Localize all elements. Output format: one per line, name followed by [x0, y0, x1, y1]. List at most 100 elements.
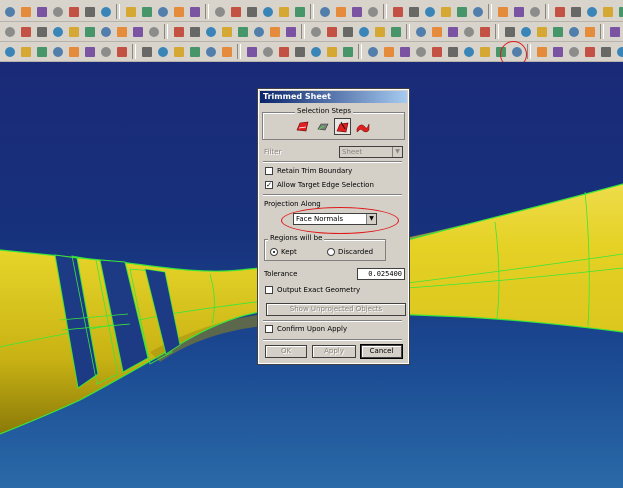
toolbar-tool-icon[interactable] — [518, 24, 533, 39]
toolbar-tool-icon[interactable] — [50, 4, 65, 19]
toolbar-tool-icon[interactable] — [534, 44, 549, 59]
toolbar-tool-icon[interactable] — [445, 44, 460, 59]
toolbar-tool-icon[interactable] — [276, 4, 291, 19]
toolbar-tool-icon[interactable] — [550, 24, 565, 39]
toolbar-tool-icon[interactable] — [550, 44, 565, 59]
toolbar-tool-icon[interactable] — [2, 4, 17, 19]
toolbar-tool-icon[interactable] — [388, 24, 403, 39]
toolbar-tool-icon[interactable] — [139, 4, 154, 19]
toolbar-tool-icon[interactable] — [98, 4, 113, 19]
toolbar-tool-icon[interactable] — [616, 4, 623, 19]
toolbar-tool-icon[interactable] — [123, 4, 138, 19]
toolbar-tool-icon[interactable] — [82, 44, 97, 59]
toolbar-tool-icon[interactable] — [82, 24, 97, 39]
toolbar-tool-icon[interactable] — [171, 44, 186, 59]
toolbar-tool-icon[interactable] — [534, 24, 549, 39]
target-sheet-step[interactable] — [294, 118, 311, 135]
toolbar-tool-icon[interactable] — [413, 24, 428, 39]
toolbar-tool-icon[interactable] — [292, 44, 307, 59]
toolbar-tool-icon[interactable] — [34, 4, 49, 19]
toolbar-tool-icon[interactable] — [317, 4, 332, 19]
toolbar-tool-icon[interactable] — [260, 4, 275, 19]
toolbar-tool-icon[interactable] — [219, 24, 234, 39]
toolbar-tool-icon[interactable] — [98, 44, 113, 59]
toolbar-tool-icon[interactable] — [235, 24, 250, 39]
toolbar-tool-icon[interactable] — [349, 4, 364, 19]
toolbar-tool-icon[interactable] — [171, 24, 186, 39]
toolbar-tool-icon[interactable] — [244, 44, 259, 59]
toolbar-tool-icon[interactable] — [283, 24, 298, 39]
toolbar-tool-icon[interactable] — [607, 24, 622, 39]
toolbar-tool-icon[interactable] — [244, 4, 259, 19]
toolbar-tool-icon[interactable] — [598, 44, 613, 59]
trim-boundary-step[interactable] — [314, 118, 331, 135]
tolerance-input[interactable]: 0.025400 — [357, 268, 405, 280]
toolbar-tool-icon[interactable] — [461, 44, 476, 59]
toolbar-tool-icon[interactable] — [365, 44, 380, 59]
toolbar-tool-icon[interactable] — [429, 44, 444, 59]
apply-button[interactable]: Apply — [312, 345, 356, 358]
toolbar-tool-icon[interactable] — [397, 44, 412, 59]
toolbar-tool-icon[interactable] — [340, 44, 355, 59]
filter-select[interactable]: Sheet ▼ — [339, 146, 403, 158]
retain-trim-boundary-checkbox[interactable] — [265, 167, 273, 175]
toolbar-tool-icon[interactable] — [582, 44, 597, 59]
output-exact-checkbox[interactable] — [265, 286, 273, 294]
toolbar-tool-icon[interactable] — [34, 24, 49, 39]
toolbar-tool-icon[interactable] — [552, 4, 567, 19]
toolbar-tool-icon[interactable] — [333, 4, 348, 19]
toolbar-tool-icon[interactable] — [114, 44, 129, 59]
toolbar-tool-icon[interactable] — [34, 44, 49, 59]
toolbar-tool-icon[interactable] — [171, 4, 186, 19]
toolbar-tool-icon[interactable] — [470, 4, 485, 19]
toolbar-tool-icon[interactable] — [324, 24, 339, 39]
toolbar-tool-icon[interactable] — [356, 24, 371, 39]
toolbar-tool-icon[interactable] — [50, 24, 65, 39]
toolbar-tool-icon[interactable] — [582, 24, 597, 39]
toolbar-tool-icon[interactable] — [477, 44, 492, 59]
toolbar-tool-icon[interactable] — [324, 44, 339, 59]
toolbar-tool-icon[interactable] — [260, 44, 275, 59]
toolbar-tool-icon[interactable] — [584, 4, 599, 19]
toolbar-tool-icon[interactable] — [454, 4, 469, 19]
toolbar-tool-icon[interactable] — [98, 24, 113, 39]
toolbar-tool-icon[interactable] — [429, 24, 444, 39]
toolbar-tool-icon[interactable] — [267, 24, 282, 39]
toolbar-tool-icon[interactable] — [340, 24, 355, 39]
toolbar-tool-icon[interactable] — [219, 44, 234, 59]
toolbar-tool-icon[interactable] — [477, 24, 492, 39]
toolbar-tool-icon[interactable] — [66, 24, 81, 39]
toolbar-tool-icon[interactable] — [276, 44, 291, 59]
toolbar-tool-icon[interactable] — [18, 44, 33, 59]
toolbar-tool-icon[interactable] — [2, 44, 17, 59]
toolbar-tool-icon[interactable] — [139, 44, 154, 59]
toolbar-tool-icon[interactable] — [600, 4, 615, 19]
toolbar-tool-icon[interactable] — [566, 44, 581, 59]
toolbar-tool-icon[interactable] — [527, 4, 542, 19]
toolbar-tool-icon[interactable] — [212, 4, 227, 19]
toolbar-tool-icon[interactable] — [18, 24, 33, 39]
discarded-radio[interactable] — [327, 248, 335, 256]
toolbar-tool-icon[interactable] — [365, 4, 380, 19]
toolbar-tool-icon[interactable] — [372, 24, 387, 39]
allow-target-edge-checkbox[interactable]: ✓ — [265, 181, 273, 189]
toolbar-tool-icon[interactable] — [187, 44, 202, 59]
toolbar-tool-icon[interactable] — [614, 44, 623, 59]
toolbar-tool-icon[interactable] — [413, 44, 428, 59]
toolbar-tool-icon[interactable] — [422, 4, 437, 19]
projection-direction-step[interactable] — [334, 118, 351, 135]
toolbar-tool-icon[interactable] — [82, 4, 97, 19]
confirm-upon-apply-checkbox[interactable] — [265, 325, 273, 333]
region-step[interactable] — [354, 118, 371, 135]
toolbar-tool-icon[interactable] — [187, 4, 202, 19]
toolbar-tool-icon[interactable] — [308, 24, 323, 39]
toolbar-tool-icon[interactable] — [155, 44, 170, 59]
toolbar-tool-icon[interactable] — [438, 4, 453, 19]
toolbar-tool-icon[interactable] — [50, 44, 65, 59]
toolbar-tool-icon[interactable] — [2, 24, 17, 39]
toolbar-tool-icon[interactable] — [18, 4, 33, 19]
toolbar-tool-icon[interactable] — [390, 4, 405, 19]
cancel-button[interactable]: Cancel — [360, 344, 403, 359]
toolbar-tool-icon[interactable] — [495, 4, 510, 19]
toolbar-tool-icon[interactable] — [66, 4, 81, 19]
